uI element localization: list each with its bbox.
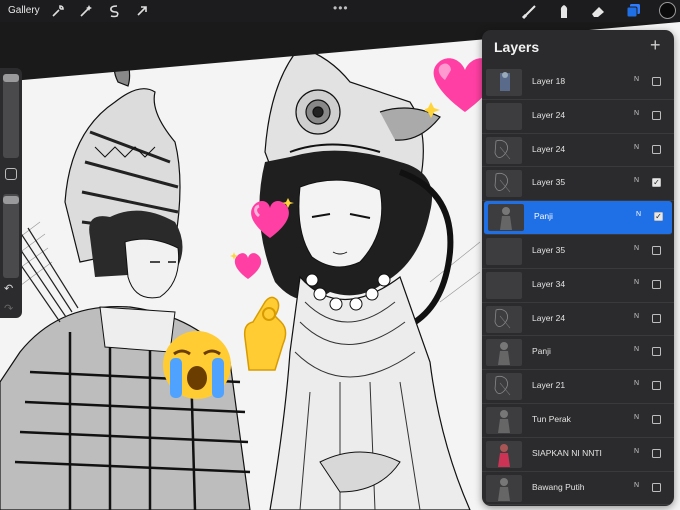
- layer-thumbnail: [486, 271, 522, 299]
- layer-thumbnail: [486, 373, 522, 401]
- layer-name: Layer 18: [532, 76, 566, 86]
- blend-mode-button[interactable]: N: [634, 245, 639, 252]
- layer-row[interactable]: Layer 34 N: [482, 269, 674, 303]
- brush-size-thumb[interactable]: [3, 74, 19, 82]
- layer-name: Layer 24: [532, 143, 566, 154]
- visibility-checkbox[interactable]: [652, 347, 661, 357]
- layers-list: Layer 18 N Layer 24 N Layer 24 N Layer 35 N ✓ Pan…: [482, 66, 674, 506]
- layer-thumbnail: [486, 339, 522, 367]
- blend-mode-button[interactable]: N: [634, 380, 639, 387]
- top-toolbar: Gallery •••: [0, 0, 680, 22]
- layer-name: SIAPKAN NI NNTI: [532, 447, 602, 458]
- smudge-icon[interactable]: [555, 2, 573, 20]
- layer-name: Bawang Putih: [532, 481, 585, 492]
- layer-thumbnail: [486, 406, 522, 434]
- visibility-checkbox[interactable]: [652, 381, 661, 391]
- small-heart-emoji: [230, 252, 262, 279]
- visibility-checkbox[interactable]: [652, 482, 661, 492]
- brush-icon[interactable]: [521, 2, 539, 20]
- layer-row[interactable]: Layer 24 N: [482, 100, 674, 134]
- layer-thumbnail: [486, 305, 522, 333]
- layer-thumbnail: [486, 237, 522, 265]
- color-swatch[interactable]: [659, 2, 676, 19]
- layer-thumbnail: [486, 102, 522, 130]
- layer-name: Layer 24: [532, 312, 566, 323]
- layer-row[interactable]: Layer 18 N: [482, 66, 674, 100]
- layer-row[interactable]: Panji N: [482, 336, 674, 371]
- blend-mode-button[interactable]: N: [634, 448, 639, 455]
- brush-size-slider[interactable]: [3, 74, 19, 158]
- visibility-checkbox[interactable]: [652, 77, 661, 86]
- visibility-checkbox[interactable]: [652, 313, 661, 323]
- blend-mode-button[interactable]: N: [634, 144, 639, 151]
- wrench-icon[interactable]: [50, 3, 66, 19]
- visibility-checkbox[interactable]: [652, 279, 661, 289]
- layer-thumbnail: [486, 170, 522, 198]
- opacity-thumb[interactable]: [3, 196, 19, 204]
- visibility-checkbox[interactable]: ✓: [654, 212, 663, 222]
- undo-button[interactable]: ↶: [4, 282, 13, 295]
- pinching-hand-emoji: [243, 296, 287, 371]
- layer-thumbnail: [486, 136, 522, 164]
- add-layer-button[interactable]: +: [650, 35, 661, 56]
- heart-sparkle-emoji: [251, 198, 294, 238]
- layer-thumbnail: [486, 474, 522, 502]
- transform-arrow-icon[interactable]: [134, 3, 150, 19]
- layer-row[interactable]: SIAPKAN NI NNTI N: [482, 438, 674, 472]
- blend-mode-button[interactable]: N: [634, 482, 639, 489]
- layer-row[interactable]: Layer 24 N: [482, 134, 674, 168]
- layer-name: Panji: [534, 211, 553, 222]
- blend-mode-button[interactable]: N: [634, 177, 639, 184]
- layer-row[interactable]: Panji N ✓: [484, 201, 672, 235]
- blend-mode-button[interactable]: N: [634, 279, 639, 286]
- layer-row[interactable]: Layer 35 N: [482, 235, 674, 269]
- gallery-button[interactable]: Gallery: [8, 5, 40, 16]
- layer-name: Panji: [532, 346, 551, 357]
- visibility-checkbox[interactable]: ✓: [652, 178, 661, 188]
- blend-mode-button[interactable]: N: [634, 346, 639, 353]
- visibility-checkbox[interactable]: [652, 448, 661, 458]
- visibility-checkbox[interactable]: [652, 144, 661, 154]
- layer-row[interactable]: Bawang Putih N: [482, 472, 674, 506]
- eraser-icon[interactable]: [589, 2, 607, 20]
- layers-icon[interactable]: [624, 2, 642, 20]
- layer-name: Layer 24: [532, 109, 566, 120]
- layer-thumbnail: [488, 204, 524, 232]
- layer-thumbnail: [486, 440, 522, 468]
- layer-row[interactable]: Layer 24 N: [482, 303, 674, 337]
- layer-name: Layer 35: [532, 177, 566, 188]
- blend-mode-button[interactable]: N: [634, 110, 639, 117]
- more-options-dots[interactable]: •••: [333, 1, 349, 15]
- magic-wand-icon[interactable]: [78, 3, 94, 19]
- crying-face-emoji: [163, 331, 231, 399]
- left-sidebar: ↶ ↷: [0, 68, 22, 318]
- opacity-slider[interactable]: [3, 194, 19, 278]
- visibility-checkbox[interactable]: [652, 245, 661, 255]
- layer-thumbnail: [486, 69, 522, 96]
- layer-name: Layer 21: [532, 380, 566, 391]
- layer-name: Layer 35: [532, 244, 566, 255]
- layer-name: Layer 34: [532, 278, 566, 289]
- selection-icon[interactable]: [106, 3, 122, 19]
- redo-button[interactable]: ↷: [4, 302, 13, 315]
- modify-button[interactable]: [5, 168, 17, 180]
- layer-row[interactable]: Layer 21 N: [482, 370, 674, 404]
- blend-mode-button[interactable]: N: [634, 414, 639, 421]
- layers-panel-title: Layers: [494, 39, 540, 55]
- layers-panel: Layers + Layer 18 N Layer 24 N Layer 24 N Laye…: [482, 30, 674, 506]
- layer-row[interactable]: Tun Perak N: [482, 404, 674, 438]
- blend-mode-button[interactable]: N: [636, 211, 641, 218]
- layer-name: Tun Perak: [532, 413, 571, 424]
- blend-mode-button[interactable]: N: [634, 313, 639, 320]
- blend-mode-button[interactable]: N: [634, 76, 639, 83]
- layer-row[interactable]: Layer 35 N ✓: [482, 167, 674, 202]
- visibility-checkbox[interactable]: [652, 110, 661, 120]
- visibility-checkbox[interactable]: [652, 414, 661, 424]
